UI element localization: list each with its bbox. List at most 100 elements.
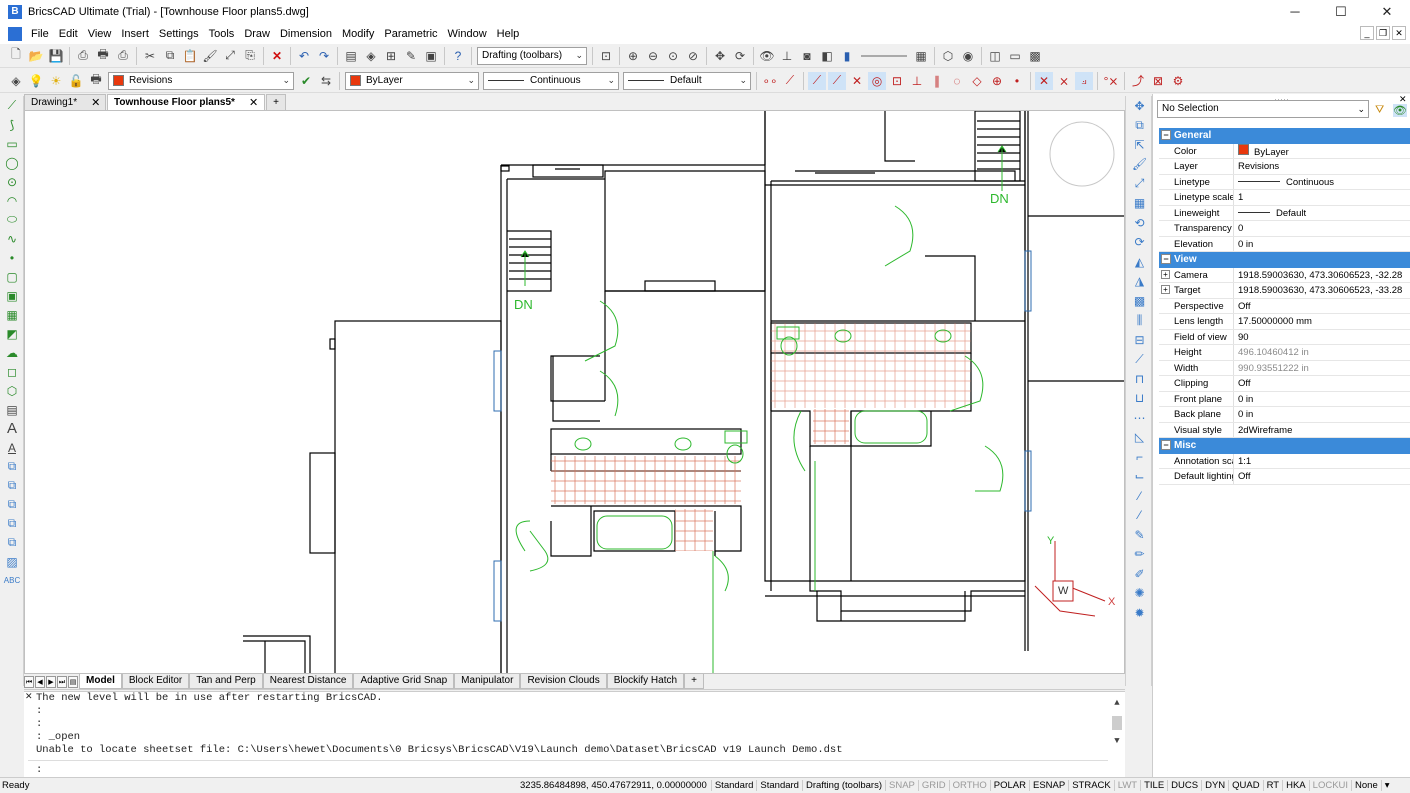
prop-row-lineweight[interactable]: Lineweight Default [1159,205,1410,221]
cut-icon[interactable]: ✂ [141,47,159,65]
tab-block-editor[interactable]: Block Editor [121,674,190,689]
status-annotation-scale[interactable]: None [1351,780,1381,791]
pick-icon[interactable]: ⤢ [1126,174,1153,194]
polygon-tool-icon[interactable]: ⬡ [0,381,24,400]
tab-tan-and-perp[interactable]: Tan and Perp [189,674,263,689]
snap-quadrant-icon[interactable]: ◇ [968,72,986,90]
pan-icon[interactable]: ✥ [711,47,729,65]
close-icon[interactable]: ✕ [91,96,100,109]
status-menu-icon[interactable]: ▾ [1380,780,1393,791]
snap-parallel-icon[interactable]: ∥ [928,72,946,90]
linetype-select[interactable]: Continuous ⌄ [483,71,619,90]
tab-model[interactable]: Model [79,674,122,689]
lightbulb-icon[interactable]: 💡 [27,72,45,90]
open-file-icon[interactable]: 📂 [27,47,45,65]
mirror-icon[interactable]: ◭ [1126,252,1153,272]
material-icon[interactable]: ◉ [959,47,977,65]
move-icon[interactable]: ✥ [1126,96,1153,116]
match-icon[interactable]: 🖌 [1126,155,1153,175]
prop-row-default-lighting[interactable]: Default lighting Off [1159,469,1410,485]
paste-special-icon[interactable]: ⎘ [241,47,259,65]
menu-window[interactable]: Window [443,28,492,40]
divide-icon[interactable]: ⁄ [1126,486,1153,506]
eye-icon[interactable]: 👁 [1393,104,1407,117]
prop-value[interactable]: 0 in [1234,392,1410,407]
workspace-select[interactable]: Drafting (toolbars) ⌄ [477,46,587,65]
tab-manipulator[interactable]: Manipulator [454,674,521,689]
prop-value[interactable]: Off [1234,299,1410,314]
status-strack[interactable]: STRACK [1068,780,1114,791]
trim-icon[interactable]: ⊓ [1126,369,1153,389]
first-tab-icon[interactable]: ⏮ [24,675,34,688]
arc-tool-icon[interactable]: ◠ [0,191,24,210]
scroll-down-icon[interactable]: ▼ [1111,736,1123,746]
filter-icon[interactable]: ⛛ [1375,104,1384,117]
3d-box-icon[interactable]: ⬡ [939,47,957,65]
section-misc[interactable]: − Misc [1159,438,1410,454]
text-tool-icon[interactable]: A [0,419,24,438]
close-button[interactable]: ✕ [1364,0,1410,24]
offset-icon[interactable]: ⊟ [1126,330,1153,350]
history-scrollbar[interactable]: ▲ ▼ [1111,698,1123,754]
prop-value[interactable]: Off [1234,376,1410,391]
mtext-tool-icon[interactable]: A [0,438,24,457]
print-icon[interactable]: 🖶 [94,47,112,65]
snap-nearest-icon[interactable]: • [1008,72,1026,90]
zoom-realtime-icon[interactable]: ⊡ [597,47,615,65]
paste-icon[interactable]: 📋 [181,47,199,65]
section-general[interactable]: − General [1159,128,1410,144]
menu-modify[interactable]: Modify [337,28,379,40]
fillet-icon[interactable]: ⌐ [1126,447,1153,467]
zoom-window-icon[interactable]: ⊙ [664,47,682,65]
zoom-in-icon[interactable]: ⊕ [624,47,642,65]
render-icon[interactable]: ◧ [818,47,836,65]
status-quad[interactable]: QUAD [1228,780,1262,791]
prop-value[interactable]: 90 [1234,330,1410,345]
prop-row-annotation-scale[interactable]: Annotation scale 1:1 [1159,453,1410,469]
prop-value[interactable]: 2dWireframe [1234,423,1410,438]
boundary-tool-icon[interactable]: ▣ [0,286,24,305]
snap-perpendicular-icon[interactable]: ⊥ [908,72,926,90]
measure-icon[interactable]: ⁄ [1126,506,1153,526]
color-select[interactable]: ByLayer ⌄ [345,71,479,90]
array-icon[interactable]: ▦ [1126,194,1153,214]
snap-endpoint-icon[interactable]: ∘∘ [761,72,779,90]
prev-tab-icon[interactable]: ◀ [35,675,45,688]
status-grid[interactable]: GRID [917,780,949,791]
match-properties-icon[interactable]: 🖌 [201,47,219,65]
prop-value[interactable]: ByLayer [1234,143,1410,159]
join-icon[interactable]: ⋯ [1126,408,1153,428]
circle-tool-icon[interactable]: ◯ [0,153,24,172]
ucs-icon[interactable]: ⊥ [778,47,796,65]
tool-palette-icon[interactable]: ▣ [422,47,440,65]
status-hka[interactable]: HKA [1282,780,1309,791]
prop-row-visual-style[interactable]: Visual style 2dWireframe [1159,422,1410,438]
snap-insertion-icon[interactable]: ⊕ [988,72,1006,90]
viewport-icon[interactable]: ▦ [912,47,930,65]
copy-icon[interactable]: ⧉ [1126,116,1153,136]
prop-row-clipping[interactable]: Clipping Off [1159,376,1410,392]
prop-row-linetype[interactable]: Linetype Continuous [1159,174,1410,190]
stretch-icon[interactable]: ⇱ [1126,135,1153,155]
line-tool-icon[interactable]: ⟋ [0,96,24,115]
edit-icon[interactable]: ✎ [1126,525,1153,545]
snap-clear-icon[interactable]: °⨯ [1102,72,1120,90]
prop-value[interactable]: Default [1234,206,1410,221]
rotate3d-icon[interactable]: ⟳ [1126,233,1153,253]
layer-manager-icon[interactable]: ◈ [7,72,25,90]
scroll-up-icon[interactable]: ▲ [1111,698,1123,708]
status-ducs[interactable]: DUCS [1167,780,1201,791]
delete-icon[interactable]: ✕ [268,47,286,65]
status-lockui[interactable]: LOCKUI [1308,780,1351,791]
pencil-icon[interactable]: ✏ [1126,545,1153,565]
add-tab-button[interactable]: + [266,94,286,110]
expand-icon[interactable]: + [1161,285,1170,294]
last-tab-icon[interactable]: ⏭ [57,675,67,688]
prop-row-back-plane[interactable]: Back plane 0 in [1159,407,1410,423]
tab-townhouse[interactable]: Townhouse Floor plans5* ✕ [107,94,266,110]
add-layout-button[interactable]: + [684,674,704,689]
explorer-icon[interactable]: ⊞ [382,47,400,65]
layout-icon[interactable]: ▭ [1006,47,1024,65]
copy-icon[interactable]: ⧉ [161,47,179,65]
doc-close-button[interactable]: ✕ [1392,26,1406,40]
